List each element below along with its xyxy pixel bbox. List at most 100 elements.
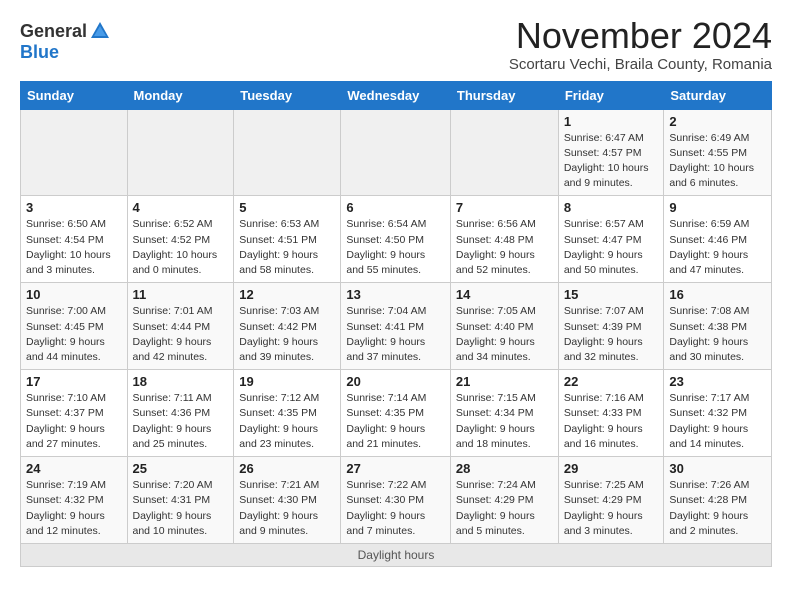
calendar-cell: 21 Sunrise: 7:15 AM Sunset: 4:34 PM Dayli… [450,370,558,457]
day-detail: Sunrise: 7:14 AM Sunset: 4:35 PM Dayligh… [346,391,445,452]
day-number: 27 [346,461,445,476]
day-detail: Sunrise: 7:11 AM Sunset: 4:36 PM Dayligh… [133,391,229,452]
day-number: 24 [26,461,122,476]
day-number: 6 [346,200,445,215]
calendar-week-row: 17 Sunrise: 7:10 AM Sunset: 4:37 PM Dayli… [21,370,772,457]
calendar-cell [127,109,234,196]
calendar-cell: 10 Sunrise: 7:00 AM Sunset: 4:45 PM Dayli… [21,283,128,370]
day-detail: Sunrise: 7:07 AM Sunset: 4:39 PM Dayligh… [564,304,659,365]
title-area: November 2024 Scortaru Vechi, Braila Cou… [509,16,772,73]
day-detail: Sunrise: 7:19 AM Sunset: 4:32 PM Dayligh… [26,478,122,539]
calendar-cell: 26 Sunrise: 7:21 AM Sunset: 4:30 PM Dayli… [234,457,341,544]
day-number: 12 [239,287,335,302]
logo-icon [89,20,111,42]
day-detail: Sunrise: 7:20 AM Sunset: 4:31 PM Dayligh… [133,478,229,539]
day-number: 15 [564,287,659,302]
day-detail: Sunrise: 7:10 AM Sunset: 4:37 PM Dayligh… [26,391,122,452]
day-number: 17 [26,374,122,389]
day-number: 19 [239,374,335,389]
day-number: 2 [669,114,766,129]
calendar-week-row: 24 Sunrise: 7:19 AM Sunset: 4:32 PM Dayli… [21,457,772,544]
day-detail: Sunrise: 6:57 AM Sunset: 4:47 PM Dayligh… [564,217,659,278]
day-number: 29 [564,461,659,476]
calendar-cell: 11Sunrise: 7:01 AM Sunset: 4:44 PM Dayli… [127,283,234,370]
day-number: 3 [26,200,122,215]
day-number: 10 [26,287,122,302]
col-thursday: Thursday [450,81,558,109]
day-number: 18 [133,374,229,389]
calendar-cell: 12Sunrise: 7:03 AM Sunset: 4:42 PM Dayli… [234,283,341,370]
calendar-week-row: 1 Sunrise: 6:47 AM Sunset: 4:57 PM Daylig… [21,109,772,196]
calendar-cell: 20 Sunrise: 7:14 AM Sunset: 4:35 PM Dayli… [341,370,451,457]
day-number: 28 [456,461,553,476]
calendar-cell: 17 Sunrise: 7:10 AM Sunset: 4:37 PM Dayli… [21,370,128,457]
day-number: 30 [669,461,766,476]
daylight-footer-row: Daylight hours [21,543,772,566]
calendar-cell: 25 Sunrise: 7:20 AM Sunset: 4:31 PM Dayli… [127,457,234,544]
month-title: November 2024 [509,16,772,56]
calendar-cell: 7 Sunrise: 6:56 AM Sunset: 4:48 PM Daylig… [450,196,558,283]
page-header: General Blue November 2024 Scortaru Vech… [20,16,772,73]
day-number: 25 [133,461,229,476]
day-detail: Sunrise: 6:59 AM Sunset: 4:46 PM Dayligh… [669,217,766,278]
day-detail: Sunrise: 6:47 AM Sunset: 4:57 PM Dayligh… [564,131,659,192]
col-tuesday: Tuesday [234,81,341,109]
calendar-cell: 28 Sunrise: 7:24 AM Sunset: 4:29 PM Dayli… [450,457,558,544]
calendar-cell: 18 Sunrise: 7:11 AM Sunset: 4:36 PM Dayli… [127,370,234,457]
calendar-cell: 5 Sunrise: 6:53 AM Sunset: 4:51 PM Daylig… [234,196,341,283]
day-detail: Sunrise: 7:05 AM Sunset: 4:40 PM Dayligh… [456,304,553,365]
day-number: 16 [669,287,766,302]
daylight-footer-cell: Daylight hours [21,543,772,566]
calendar-cell [341,109,451,196]
calendar-cell: 1 Sunrise: 6:47 AM Sunset: 4:57 PM Daylig… [558,109,664,196]
day-detail: Sunrise: 6:50 AM Sunset: 4:54 PM Dayligh… [26,217,122,278]
day-detail: Sunrise: 6:53 AM Sunset: 4:51 PM Dayligh… [239,217,335,278]
day-detail: Sunrise: 6:54 AM Sunset: 4:50 PM Dayligh… [346,217,445,278]
day-detail: Sunrise: 7:26 AM Sunset: 4:28 PM Dayligh… [669,478,766,539]
day-number: 23 [669,374,766,389]
calendar-cell [450,109,558,196]
calendar-cell: 2 Sunrise: 6:49 AM Sunset: 4:55 PM Daylig… [664,109,772,196]
day-number: 21 [456,374,553,389]
day-number: 20 [346,374,445,389]
day-number: 1 [564,114,659,129]
day-detail: Sunrise: 7:21 AM Sunset: 4:30 PM Dayligh… [239,478,335,539]
day-detail: Sunrise: 7:17 AM Sunset: 4:32 PM Dayligh… [669,391,766,452]
calendar-header-row: Sunday Monday Tuesday Wednesday Thursday… [21,81,772,109]
logo-text-blue: Blue [20,42,59,62]
day-number: 26 [239,461,335,476]
day-detail: Sunrise: 7:01 AM Sunset: 4:44 PM Dayligh… [133,304,229,365]
calendar-cell: 3 Sunrise: 6:50 AM Sunset: 4:54 PM Daylig… [21,196,128,283]
day-number: 7 [456,200,553,215]
day-number: 9 [669,200,766,215]
calendar-cell: 8 Sunrise: 6:57 AM Sunset: 4:47 PM Daylig… [558,196,664,283]
location-subtitle: Scortaru Vechi, Braila County, Romania [509,56,772,73]
col-sunday: Sunday [21,81,128,109]
day-number: 8 [564,200,659,215]
calendar-cell: 27Sunrise: 7:22 AM Sunset: 4:30 PM Dayli… [341,457,451,544]
day-detail: Sunrise: 7:08 AM Sunset: 4:38 PM Dayligh… [669,304,766,365]
calendar-cell: 24 Sunrise: 7:19 AM Sunset: 4:32 PM Dayli… [21,457,128,544]
day-detail: Sunrise: 7:15 AM Sunset: 4:34 PM Dayligh… [456,391,553,452]
calendar-cell: 13Sunrise: 7:04 AM Sunset: 4:41 PM Dayli… [341,283,451,370]
day-detail: Sunrise: 7:04 AM Sunset: 4:41 PM Dayligh… [346,304,445,365]
calendar-cell [234,109,341,196]
day-detail: Sunrise: 6:49 AM Sunset: 4:55 PM Dayligh… [669,131,766,192]
calendar-cell: 19Sunrise: 7:12 AM Sunset: 4:35 PM Dayli… [234,370,341,457]
calendar-cell: 14Sunrise: 7:05 AM Sunset: 4:40 PM Dayli… [450,283,558,370]
col-friday: Friday [558,81,664,109]
day-detail: Sunrise: 6:56 AM Sunset: 4:48 PM Dayligh… [456,217,553,278]
day-detail: Sunrise: 7:16 AM Sunset: 4:33 PM Dayligh… [564,391,659,452]
calendar-cell: 9 Sunrise: 6:59 AM Sunset: 4:46 PM Daylig… [664,196,772,283]
day-number: 5 [239,200,335,215]
calendar-cell: 30 Sunrise: 7:26 AM Sunset: 4:28 PM Dayli… [664,457,772,544]
day-detail: Sunrise: 7:24 AM Sunset: 4:29 PM Dayligh… [456,478,553,539]
calendar-week-row: 3 Sunrise: 6:50 AM Sunset: 4:54 PM Daylig… [21,196,772,283]
calendar-table: Sunday Monday Tuesday Wednesday Thursday… [20,81,772,567]
day-detail: Sunrise: 6:52 AM Sunset: 4:52 PM Dayligh… [133,217,229,278]
calendar-cell: 23 Sunrise: 7:17 AM Sunset: 4:32 PM Dayli… [664,370,772,457]
calendar-cell: 15 Sunrise: 7:07 AM Sunset: 4:39 PM Dayli… [558,283,664,370]
day-detail: Sunrise: 7:00 AM Sunset: 4:45 PM Dayligh… [26,304,122,365]
day-detail: Sunrise: 7:25 AM Sunset: 4:29 PM Dayligh… [564,478,659,539]
calendar-cell: 16 Sunrise: 7:08 AM Sunset: 4:38 PM Dayli… [664,283,772,370]
